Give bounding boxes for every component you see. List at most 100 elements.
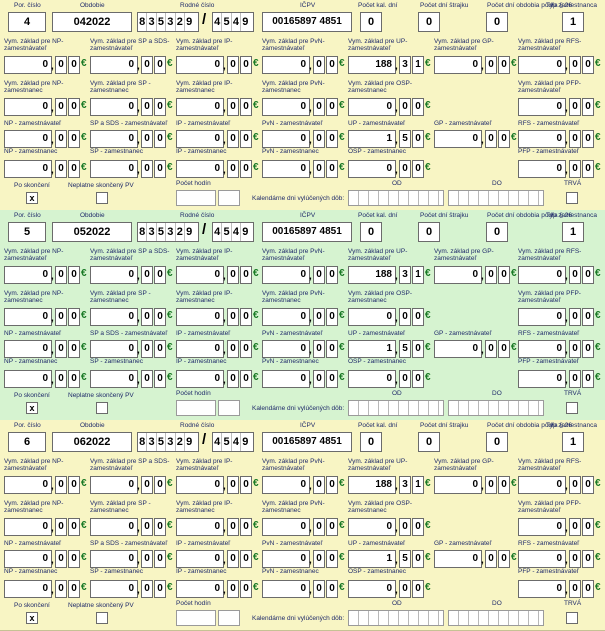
amount-decimal-2[interactable]: 0 — [582, 370, 594, 388]
amount-field[interactable]: 0, 0 0 € — [518, 98, 602, 116]
amount-whole[interactable]: 0 — [4, 308, 52, 326]
amount-field[interactable]: 0, 0 0 € — [176, 160, 260, 178]
amount-whole[interactable]: 0 — [176, 308, 224, 326]
amount-decimal-2[interactable]: 0 — [412, 550, 424, 568]
amount-decimal-1[interactable]: 0 — [569, 476, 581, 494]
amount-whole[interactable]: 0 — [90, 56, 138, 74]
amount-field[interactable]: 0, 0 0 € — [348, 98, 432, 116]
amount-decimal-2[interactable]: 0 — [326, 98, 338, 116]
amount-whole[interactable]: 0 — [262, 56, 310, 74]
amount-decimal-1[interactable]: 0 — [55, 98, 67, 116]
amount-decimal-2[interactable]: 0 — [240, 476, 252, 494]
amount-decimal-2[interactable]: 0 — [240, 266, 252, 284]
amount-field[interactable]: 0, 0 0 € — [4, 580, 88, 598]
amount-whole[interactable]: 0 — [262, 160, 310, 178]
amount-decimal-1[interactable]: 0 — [485, 550, 497, 568]
pocet-dni-26-field[interactable]: 0 — [486, 432, 508, 452]
trva-checkbox[interactable] — [566, 612, 578, 624]
amount-field[interactable]: 0, 0 0 € — [518, 476, 602, 494]
amount-field[interactable]: 0, 0 0 € — [176, 130, 260, 148]
amount-field[interactable]: 0, 0 0 € — [4, 266, 88, 284]
typ-zamestnanca-field[interactable]: 1 — [562, 12, 584, 32]
typ-zamestnanca-field[interactable]: 1 — [562, 222, 584, 242]
amount-decimal-2[interactable]: 0 — [240, 160, 252, 178]
amount-whole[interactable]: 0 — [90, 476, 138, 494]
amount-decimal-1[interactable]: 0 — [485, 130, 497, 148]
amount-whole[interactable]: 0 — [518, 56, 566, 74]
amount-whole[interactable]: 0 — [434, 130, 482, 148]
amount-whole[interactable]: 0 — [4, 518, 52, 536]
amount-whole[interactable]: 1 — [348, 130, 396, 148]
amount-whole[interactable]: 0 — [434, 266, 482, 284]
amount-decimal-2[interactable]: 0 — [326, 518, 338, 536]
amount-decimal-1[interactable]: 0 — [485, 340, 497, 358]
amount-decimal-2[interactable]: 0 — [68, 160, 80, 178]
rodne-cislo-part1[interactable]: 835329 — [137, 432, 199, 452]
amount-whole[interactable]: 0 — [262, 130, 310, 148]
trva-checkbox[interactable] — [566, 192, 578, 204]
amount-field[interactable]: 0, 0 0 € — [518, 56, 602, 74]
do-date-field[interactable] — [448, 610, 544, 626]
amount-field[interactable]: 0, 0 0 € — [90, 308, 174, 326]
amount-decimal-1[interactable]: 0 — [141, 266, 153, 284]
amount-decimal-2[interactable]: 0 — [240, 370, 252, 388]
amount-decimal-2[interactable]: 0 — [326, 550, 338, 568]
amount-field[interactable]: 0, 0 0 € — [434, 266, 518, 284]
amount-decimal-2[interactable]: 0 — [326, 580, 338, 598]
amount-whole[interactable]: 0 — [90, 130, 138, 148]
amount-decimal-1[interactable]: 0 — [313, 266, 325, 284]
amount-field[interactable]: 0, 0 0 € — [176, 98, 260, 116]
obdobie-field[interactable]: 042022 — [52, 12, 132, 32]
amount-field[interactable]: 0, 0 0 € — [176, 518, 260, 536]
amount-decimal-1[interactable]: 0 — [569, 308, 581, 326]
amount-field[interactable]: 0, 0 0 € — [262, 580, 346, 598]
icpv-field[interactable]: 00165897 4851 — [262, 432, 352, 452]
amount-decimal-2[interactable]: 0 — [582, 550, 594, 568]
amount-decimal-2[interactable]: 0 — [240, 56, 252, 74]
amount-field[interactable]: 1, 5 0 € — [348, 340, 432, 358]
amount-decimal-2[interactable]: 0 — [412, 518, 424, 536]
amount-whole[interactable]: 0 — [348, 308, 396, 326]
amount-decimal-1[interactable]: 0 — [227, 580, 239, 598]
rodne-cislo-part2[interactable]: 4549 — [212, 222, 254, 242]
amount-field[interactable]: 0, 0 0 € — [90, 370, 174, 388]
amount-decimal-1[interactable]: 0 — [313, 160, 325, 178]
amount-field[interactable]: 0, 0 0 € — [518, 580, 602, 598]
amount-whole[interactable]: 0 — [518, 518, 566, 536]
amount-field[interactable]: 0, 0 0 € — [262, 340, 346, 358]
po-skonceni-checkbox[interactable]: x — [26, 192, 38, 204]
amount-decimal-1[interactable]: 0 — [399, 370, 411, 388]
amount-whole[interactable]: 0 — [176, 580, 224, 598]
amount-decimal-2[interactable]: 1 — [412, 476, 424, 494]
amount-decimal-2[interactable]: 0 — [154, 266, 166, 284]
pocet-hodin-field[interactable] — [176, 400, 216, 416]
amount-decimal-2[interactable]: 0 — [68, 130, 80, 148]
amount-whole[interactable]: 0 — [518, 160, 566, 178]
amount-field[interactable]: 0, 0 0 € — [348, 580, 432, 598]
amount-decimal-2[interactable]: 0 — [326, 370, 338, 388]
amount-whole[interactable]: 0 — [518, 476, 566, 494]
amount-decimal-1[interactable]: 0 — [313, 476, 325, 494]
amount-decimal-2[interactable]: 0 — [326, 476, 338, 494]
pocet-kal-dni-field[interactable]: 0 — [360, 12, 382, 32]
amount-whole[interactable]: 0 — [176, 266, 224, 284]
typ-zamestnanca-field[interactable]: 1 — [562, 432, 584, 452]
amount-field[interactable]: 0, 0 0 € — [90, 580, 174, 598]
rodne-cislo-part2[interactable]: 4549 — [212, 432, 254, 452]
amount-field[interactable]: 1, 5 0 € — [348, 550, 432, 568]
amount-whole[interactable]: 0 — [434, 340, 482, 358]
amount-decimal-1[interactable]: 3 — [399, 476, 411, 494]
amount-decimal-2[interactable]: 0 — [240, 518, 252, 536]
amount-decimal-1[interactable]: 0 — [569, 130, 581, 148]
amount-decimal-2[interactable]: 0 — [498, 266, 510, 284]
pocet-dni-strajku-field[interactable]: 0 — [418, 222, 440, 242]
amount-decimal-1[interactable]: 0 — [313, 550, 325, 568]
amount-decimal-2[interactable]: 0 — [240, 550, 252, 568]
amount-decimal-1[interactable]: 0 — [55, 56, 67, 74]
amount-decimal-1[interactable]: 0 — [485, 476, 497, 494]
pocet-kal-dni-field[interactable]: 0 — [360, 222, 382, 242]
amount-whole[interactable]: 0 — [518, 308, 566, 326]
amount-whole[interactable]: 0 — [348, 370, 396, 388]
amount-whole[interactable]: 0 — [348, 160, 396, 178]
amount-whole[interactable]: 0 — [90, 266, 138, 284]
